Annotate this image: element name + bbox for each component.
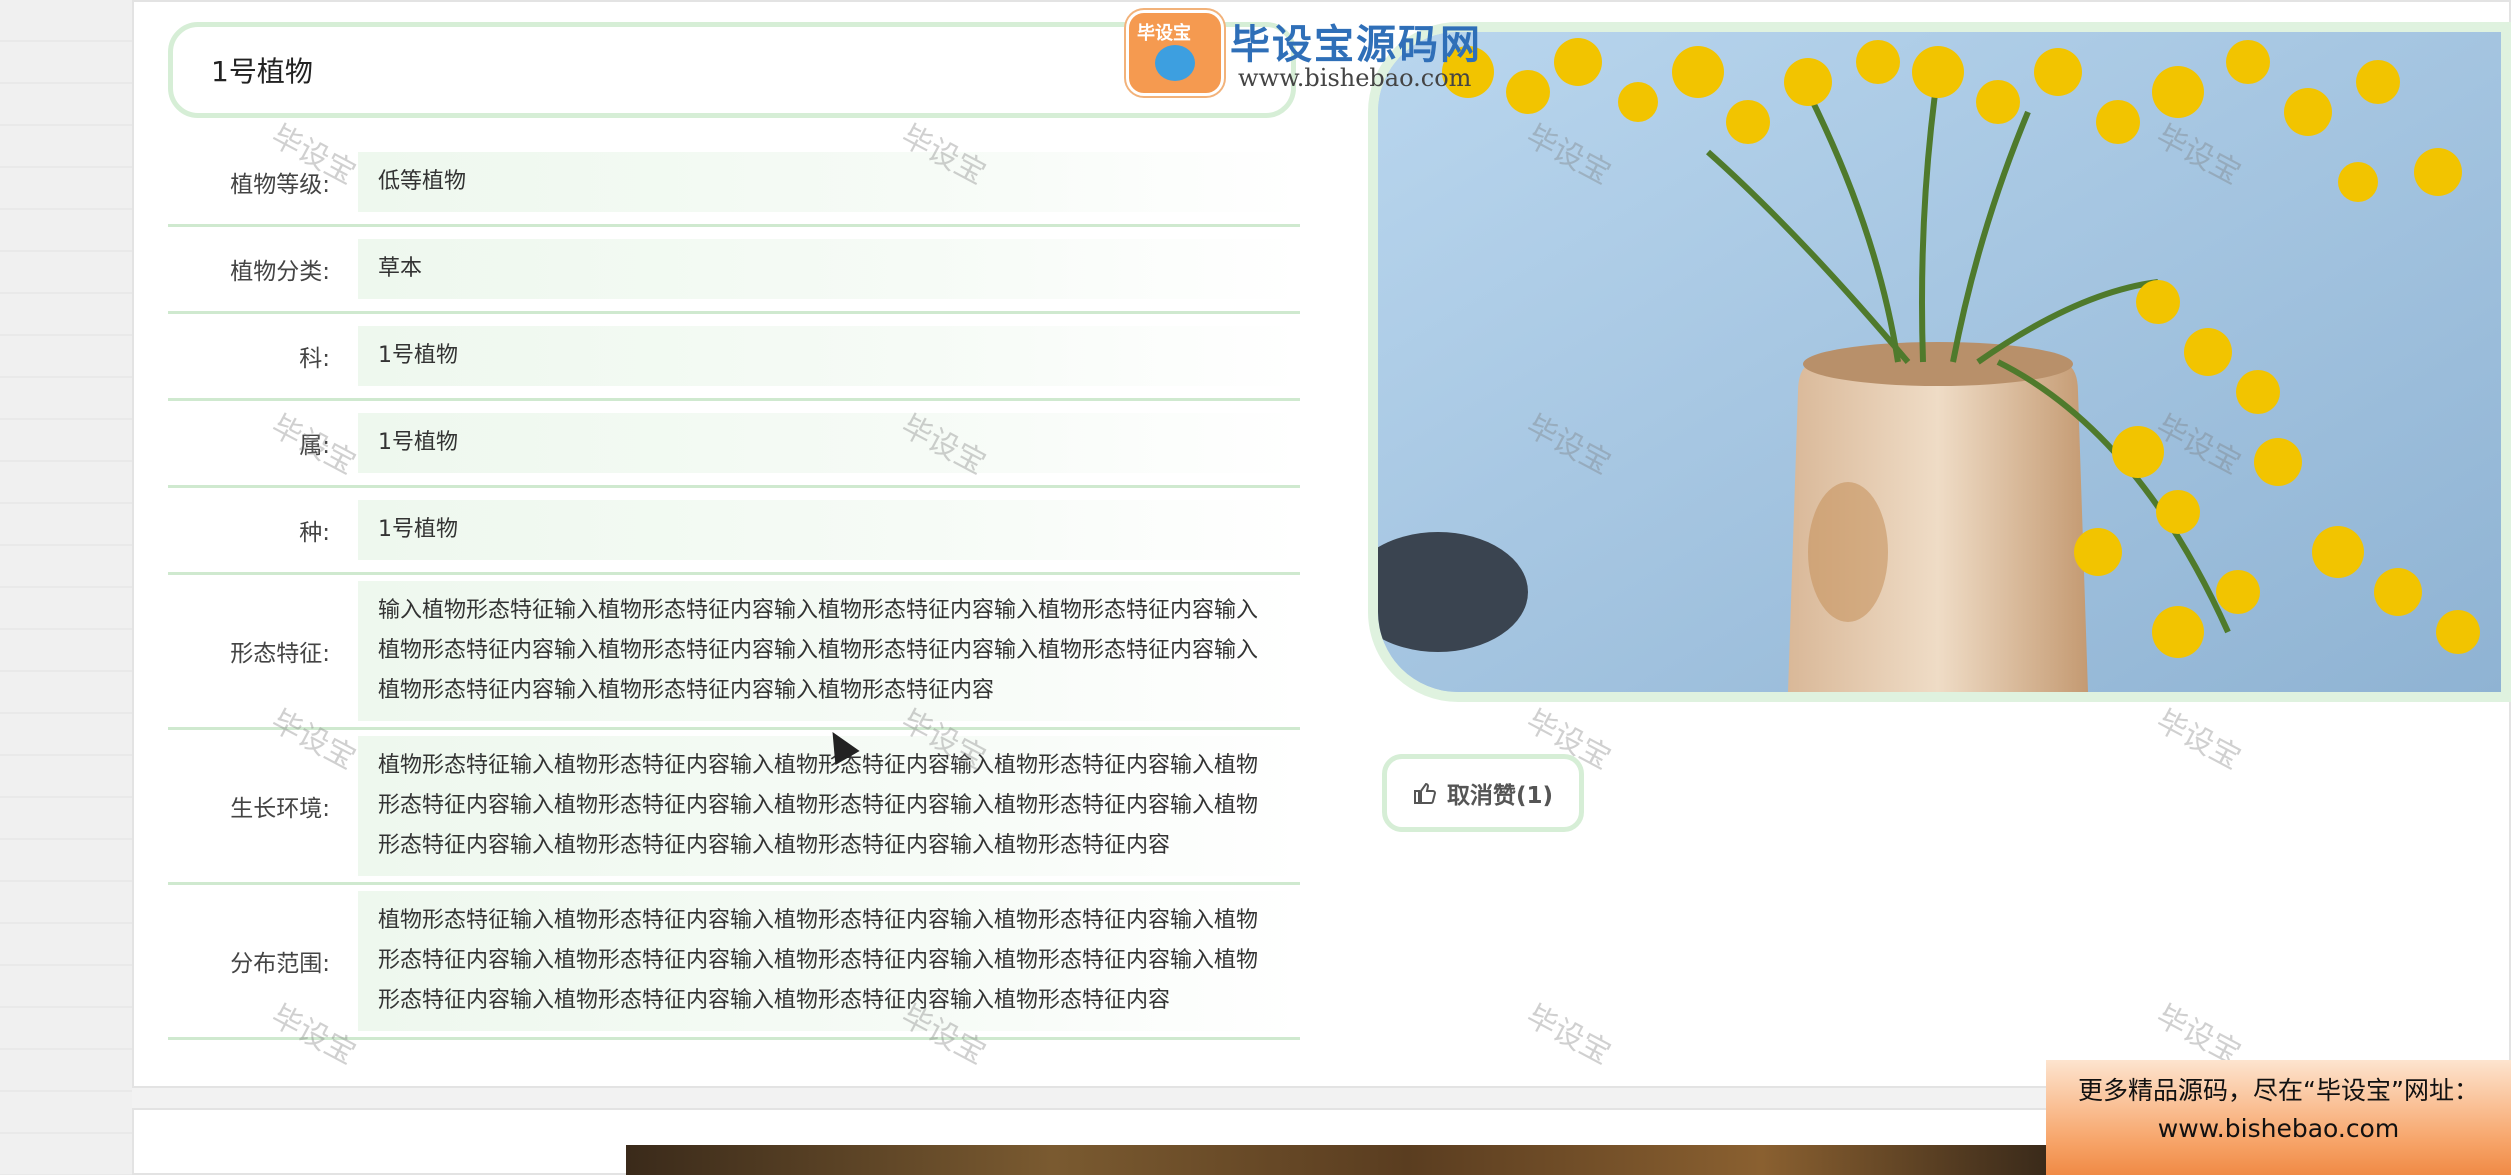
next-card-image: [626, 1145, 2046, 1175]
unlike-button-label: 取消赞(1): [1446, 783, 1554, 809]
attr-row-grade: 植物等级: 低等植物: [168, 140, 1300, 227]
mascot-icon: [1155, 45, 1195, 81]
plant-image: [1368, 22, 2511, 702]
attr-label: 科:: [299, 346, 330, 372]
logo-url: www.bishebao.com: [1238, 64, 1472, 92]
attr-row-genus: 属: 1号植物: [168, 401, 1300, 488]
attr-value: 1号植物: [358, 500, 1300, 560]
attr-label: 植物等级:: [230, 172, 330, 198]
unlike-button[interactable]: 取消赞(1): [1382, 754, 1584, 832]
logo-badge: 毕设宝: [1126, 10, 1224, 96]
attr-value: 植物形态特征输入植物形态特征内容输入植物形态特征内容输入植物形态特征内容输入植物…: [358, 736, 1300, 876]
page-background: [0, 0, 132, 1175]
attr-row-morphology: 形态特征: 输入植物形态特征输入植物形态特征内容输入植物形态特征内容输入植物形态…: [168, 575, 1300, 730]
attr-label: 种:: [299, 520, 330, 546]
attr-value: 草本: [358, 239, 1300, 299]
attr-label: 属:: [299, 433, 330, 459]
attr-row-category: 植物分类: 草本: [168, 227, 1300, 314]
attr-value: 1号植物: [358, 326, 1300, 386]
attr-row-family: 科: 1号植物: [168, 314, 1300, 401]
attr-label: 植物分类:: [230, 259, 330, 285]
attr-value: 输入植物形态特征输入植物形态特征内容输入植物形态特征内容输入植物形态特征内容输入…: [358, 581, 1300, 721]
promo-line: 更多精品源码，尽在“毕设宝”网址：: [2078, 1076, 2479, 1105]
attr-value: 1号植物: [358, 413, 1300, 473]
attr-value: 低等植物: [358, 152, 1300, 212]
attr-value: 植物形态特征输入植物形态特征内容输入植物形态特征内容输入植物形态特征内容输入植物…: [358, 891, 1300, 1031]
attr-label: 形态特征:: [230, 641, 330, 667]
attr-row-habitat: 生长环境: 植物形态特征输入植物形态特征内容输入植物形态特征内容输入植物形态特征…: [168, 730, 1300, 885]
logo-badge-text: 毕设宝: [1137, 23, 1191, 44]
attr-row-distribution: 分布范围: 植物形态特征输入植物形态特征内容输入植物形态特征内容输入植物形态特征…: [168, 885, 1300, 1040]
logo-title: 毕设宝源码网: [1230, 22, 1482, 68]
thumbs-up-icon: [1413, 782, 1436, 804]
attribute-table: 植物等级: 低等植物 植物分类: 草本 科: 1号植物 属: 1号植物 种: 1…: [168, 140, 1300, 1040]
attr-row-species: 种: 1号植物: [168, 488, 1300, 575]
site-logo[interactable]: 毕设宝 毕设宝源码网 www.bishebao.com: [1120, 6, 1500, 96]
promo-banner[interactable]: 更多精品源码，尽在“毕设宝”网址： www.bishebao.com: [2046, 1060, 2511, 1175]
attr-label: 生长环境:: [230, 796, 330, 822]
promo-url: www.bishebao.com: [2157, 1114, 2400, 1143]
plant-photo: [1378, 32, 2501, 692]
attr-label: 分布范围:: [230, 951, 330, 977]
